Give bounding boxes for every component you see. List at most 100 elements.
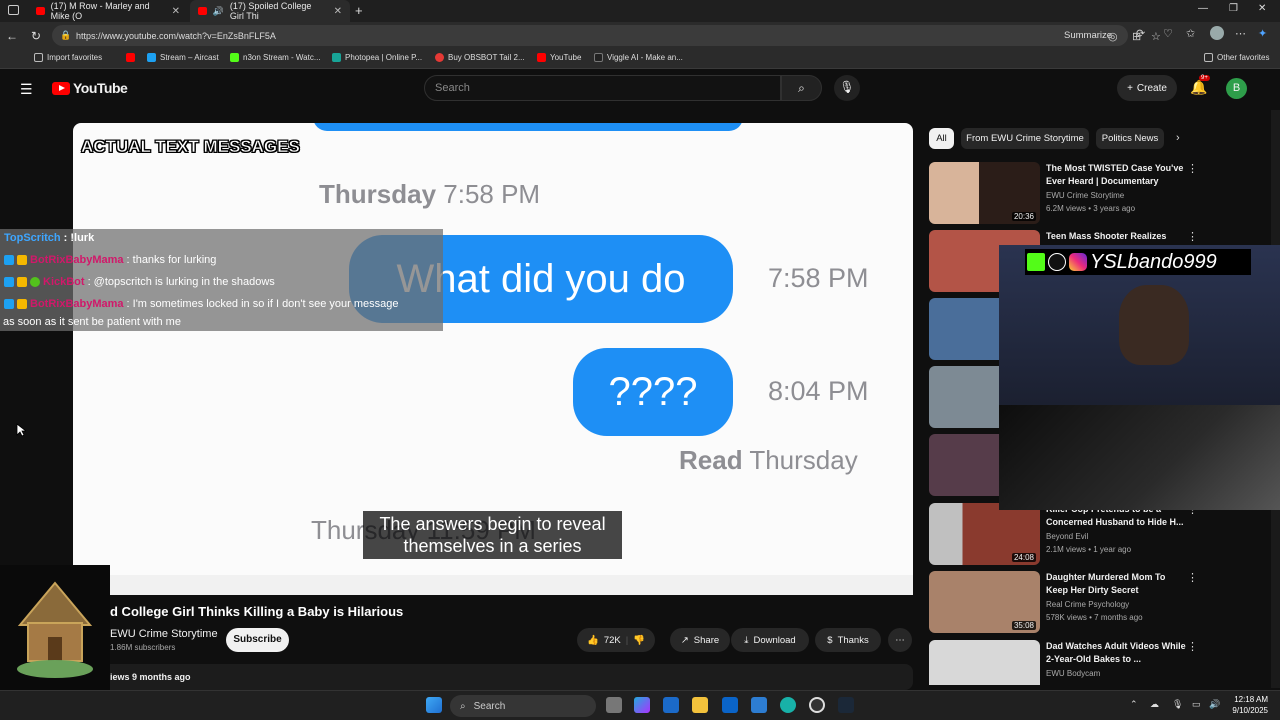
extensions-icon[interactable]: ⟳ [1136,27,1145,40]
restore-icon[interactable]: ❐ [1229,3,1238,14]
verified-icon [30,277,40,287]
store-icon[interactable] [663,697,679,713]
like-button[interactable]: 👍 72K [587,635,621,646]
photos-icon[interactable] [751,697,767,713]
rec-meta: 2.1M views • 1 year ago [1046,545,1132,554]
more-vertical-icon[interactable]: ⋮ [1187,571,1198,584]
recommendation-item[interactable]: 20:36 The Most TWISTED Case You've Ever … [929,162,1269,224]
refresh-icon[interactable]: ↻ [24,29,48,43]
more-vertical-icon[interactable]: ⋮ [1187,640,1198,653]
thumbs-up-icon: 👍 [586,634,599,646]
chat-text: : thanks for lurking [126,254,217,266]
back-icon[interactable]: ← [0,29,24,43]
recommendation-item[interactable]: 24:08 Killer Cop Pretends to be a Concer… [929,503,1269,565]
bookmark-n3on[interactable]: n3on Stream - Watc... [230,53,321,62]
download-button[interactable]: ⤓ Download [731,628,809,652]
thanks-button[interactable]: $ Thanks [815,628,881,652]
platform-icon [4,255,14,265]
account-avatar[interactable]: B [1226,78,1247,99]
tab-title: (17) Spoiled College Girl Thi [229,1,312,21]
bookmarks-bar: Import favorites Stream – Aircast n3on S… [0,49,1280,69]
more-actions-button[interactable]: ⋯ [888,628,912,652]
chip-from-channel[interactable]: From EWU Crime Storytime [961,128,1089,149]
chat-username: BotRixBabyMama [30,298,124,310]
chip-politics-news[interactable]: Politics News [1096,128,1164,149]
bookmark-photopea[interactable]: Photopea | Online P... [332,53,422,62]
chip-all[interactable]: All [929,128,954,149]
stream-chat-overlay: TopScritch : !lurk BotRixBabyMama : than… [0,229,443,331]
rec-channel: EWU Bodycam [1046,669,1101,678]
windows-start-icon[interactable] [426,697,442,713]
description-box[interactable]: iews 9 months ago [100,664,913,690]
search-input[interactable]: Search [424,75,781,101]
file-explorer-icon[interactable] [692,697,708,713]
like-dislike-group: 👍 72K | 👎 [577,628,655,652]
search-button[interactable]: ⌕ [781,75,822,101]
recommendation-item[interactable]: 35:08 Daughter Murdered Mom To Keep Her … [929,571,1269,633]
notification-badge: 9+ [1199,75,1210,81]
video-player[interactable]: ACTUAL TEXT MESSAGES Thursday 7:58 PM Wh… [73,123,913,595]
obs-icon[interactable] [809,697,825,713]
window-close-icon[interactable]: ✕ [1258,3,1266,14]
favorite-star-icon[interactable]: ☆ [1151,30,1161,43]
minimize-icon[interactable]: — [1198,3,1208,14]
more-vertical-icon[interactable]: ⋮ [1187,162,1198,175]
new-tab-icon[interactable]: + [355,3,363,18]
menu-icon[interactable]: ☰ [20,81,33,98]
copilot-icon[interactable] [634,697,650,713]
system-clock[interactable]: 12:18 AM 9/10/2025 [1228,694,1268,716]
tray-app-icon[interactable]: ☁ [1150,699,1159,710]
url-text: https://www.youtube.com/watch?v=EnZsBnFL… [76,30,276,41]
tab-actions-icon[interactable] [8,5,19,15]
taskbar-search[interactable]: ⌕ Search [450,695,596,717]
bookmark-obsbot[interactable]: Buy OBSBOT Tail 2... [435,53,525,62]
bookmark-viggle[interactable]: Viggle AI - Make an... [594,53,683,62]
more-menu-icon[interactable]: ⋯ [1235,27,1246,40]
tab-spoiled-college-girl[interactable]: 🔊 (17) Spoiled College Girl Thi ✕ [190,0,350,22]
copilot-sidebar-icon[interactable]: ✦ [1258,27,1267,40]
video-title: d College Girl Thinks Killing a Baby is … [110,604,404,619]
share-button[interactable]: ↗ Share [670,628,730,652]
youtube-logo[interactable]: YouTube [52,80,128,96]
bookmark-youtube[interactable]: YouTube [537,53,581,62]
close-tab-icon[interactable]: ✕ [172,6,180,17]
tray-chevron-icon[interactable]: ⌃ [1130,699,1138,710]
audio-icon[interactable]: 🔊 [213,6,224,17]
bookmark-import-favorites[interactable]: Import favorites [34,53,102,62]
steam-icon[interactable] [838,697,854,713]
edge-icon[interactable] [780,697,796,713]
channel-name[interactable]: EWU Crime Storytime [110,628,218,640]
notifications-button[interactable]: 🔔 9+ [1190,75,1210,96]
microphone-tray-icon[interactable]: 🎙 [1172,699,1183,710]
profile-icon[interactable] [1210,26,1224,40]
voice-search-button[interactable]: 🎙 [834,75,860,101]
site-info-icon[interactable]: 🔒 [60,30,71,41]
more-vertical-icon[interactable]: ⋮ [1187,230,1198,243]
dislike-button[interactable]: 👎 [633,635,645,646]
volume-icon[interactable]: 🔊 [1209,699,1220,710]
outlook-icon[interactable] [722,697,738,713]
platform-icon [4,277,14,287]
network-icon[interactable]: ▭ [1192,699,1201,710]
url-field[interactable]: 🔒 https://www.youtube.com/watch?v=EnZsBn… [52,25,1161,46]
close-tab-icon[interactable]: ✕ [334,6,342,17]
read-label: Read [679,445,743,475]
keyboard-cam [999,405,1280,510]
kick-icon [1027,253,1045,271]
bookmark-aircast[interactable]: Stream – Aircast [147,53,219,62]
bookmark-youtube-red[interactable] [126,53,135,62]
task-view-icon[interactable] [606,697,622,713]
favorites-icon[interactable]: ✩ [1186,27,1195,40]
performance-icon[interactable]: ♡ [1163,27,1173,40]
tab-m-row[interactable]: (17) M Row - Marley and Mike (O ✕ [28,0,188,22]
duration-badge: 24:08 [1011,553,1036,562]
chevron-right-icon[interactable]: › [1176,132,1180,144]
summarize-button[interactable]: Summarize [1064,30,1112,41]
create-button[interactable]: + Create [1117,75,1177,101]
subscribe-button[interactable]: Subscribe [226,628,289,652]
rec-title: Teen Mass Shooter Realizes [1046,231,1167,241]
copilot-icon[interactable]: ◎ [1108,30,1118,43]
recommendation-item[interactable]: Dad Watches Adult Videos While 2-Year-Ol… [929,640,1269,685]
read-day: Thursday [749,445,858,475]
bookmark-other-favorites[interactable]: Other favorites [1204,53,1269,62]
